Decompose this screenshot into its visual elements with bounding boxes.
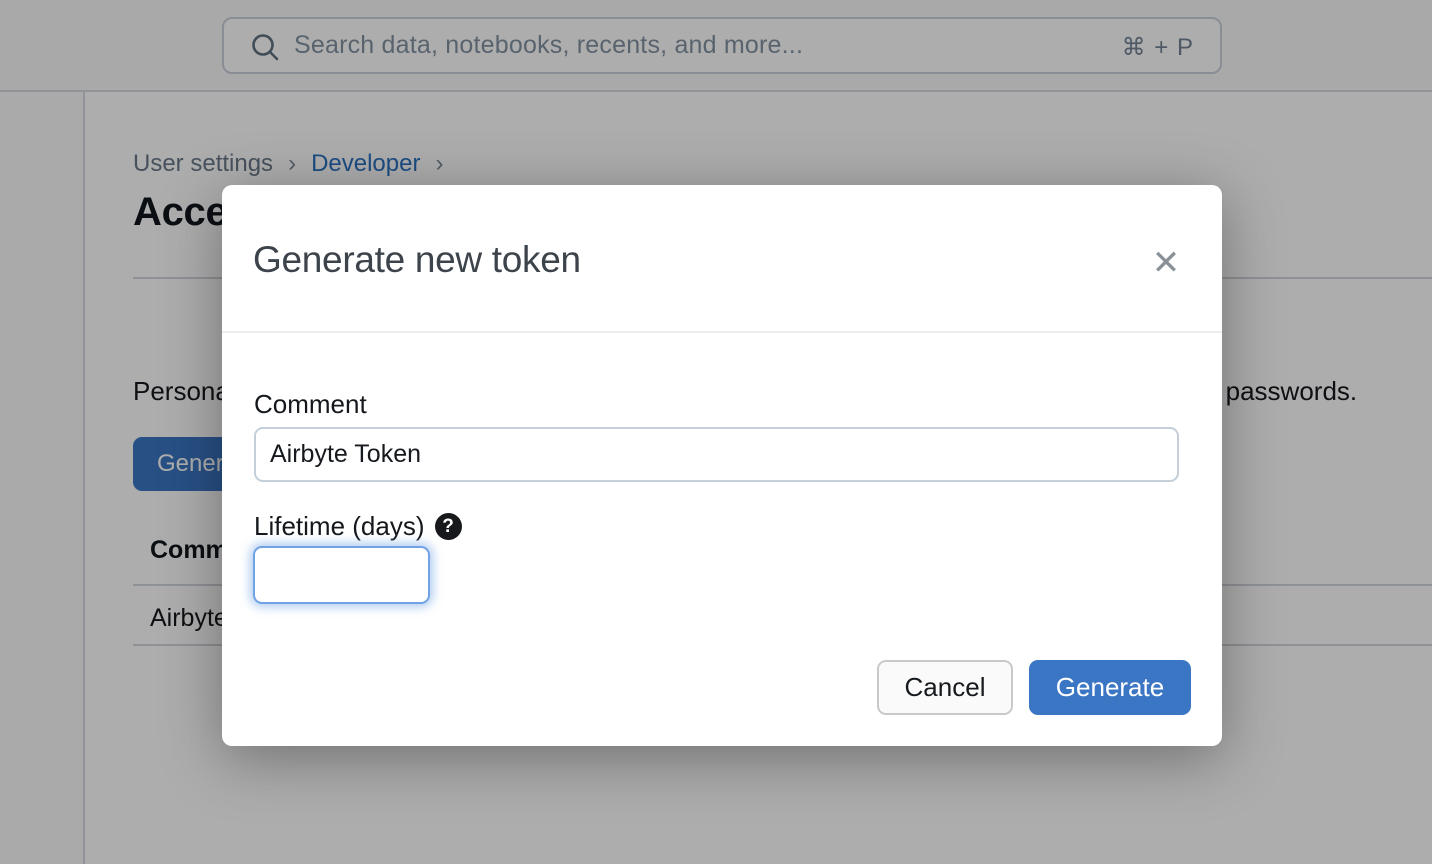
lifetime-input[interactable] (253, 546, 430, 604)
generate-new-token-modal: Generate new token ✕ Comment Lifetime (d… (222, 185, 1222, 746)
lifetime-label-text: Lifetime (days) (254, 511, 425, 542)
modal-title: Generate new token (253, 239, 581, 281)
close-icon[interactable]: ✕ (1148, 245, 1184, 281)
help-icon[interactable]: ? (435, 513, 462, 540)
lifetime-label: Lifetime (days) ? (254, 511, 462, 542)
screen: ⌘ + P User settings › Developer › Access… (0, 0, 1432, 864)
modal-header-divider (222, 331, 1222, 333)
cancel-button[interactable]: Cancel (877, 660, 1013, 715)
comment-input[interactable] (254, 427, 1179, 482)
comment-label: Comment (254, 389, 367, 420)
generate-button[interactable]: Generate (1029, 660, 1191, 715)
